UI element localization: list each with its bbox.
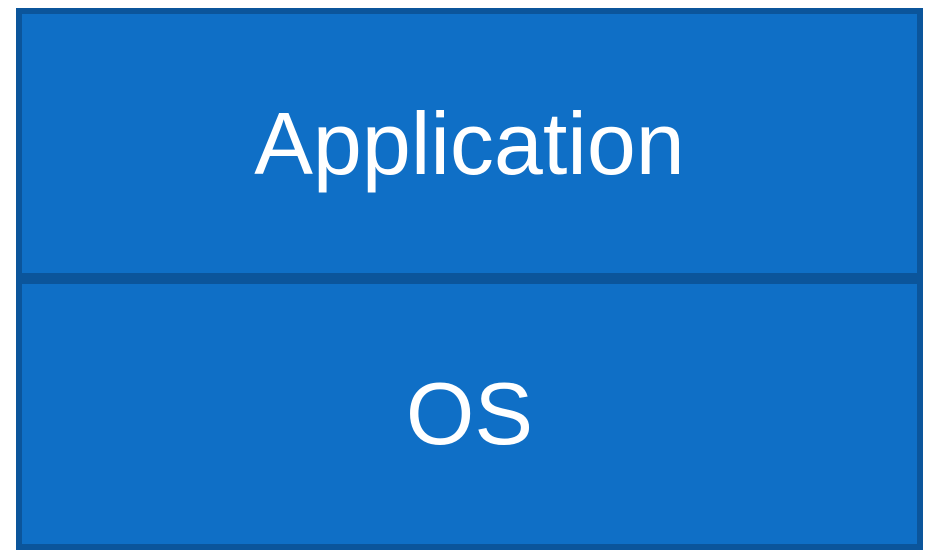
os-layer-box: OS (16, 278, 923, 550)
layer-stack-diagram: Application OS (16, 8, 923, 550)
application-layer-label: Application (254, 93, 685, 193)
application-layer-box: Application (16, 8, 923, 279)
os-layer-label: OS (405, 364, 534, 463)
